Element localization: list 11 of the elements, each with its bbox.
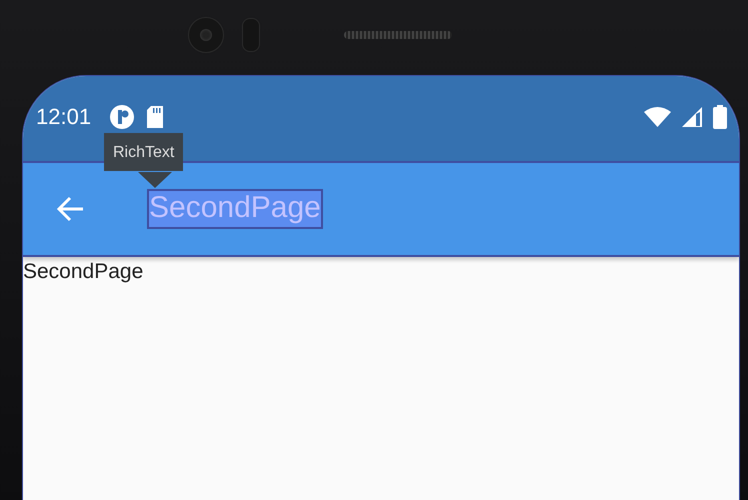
tooltip-pointer	[138, 172, 172, 188]
app-notification-icon	[109, 104, 136, 130]
body-text: SecondPage	[23, 260, 144, 284]
app-bar-title: SecondPage	[147, 189, 323, 229]
sd-card-icon	[145, 104, 166, 128]
wifi-icon	[644, 106, 671, 128]
status-time: 12:01	[36, 104, 92, 130]
signal-icon	[681, 106, 703, 128]
camera-drawing	[188, 16, 224, 52]
battery-icon	[713, 104, 727, 128]
inspector-tooltip: RichText	[104, 133, 184, 171]
